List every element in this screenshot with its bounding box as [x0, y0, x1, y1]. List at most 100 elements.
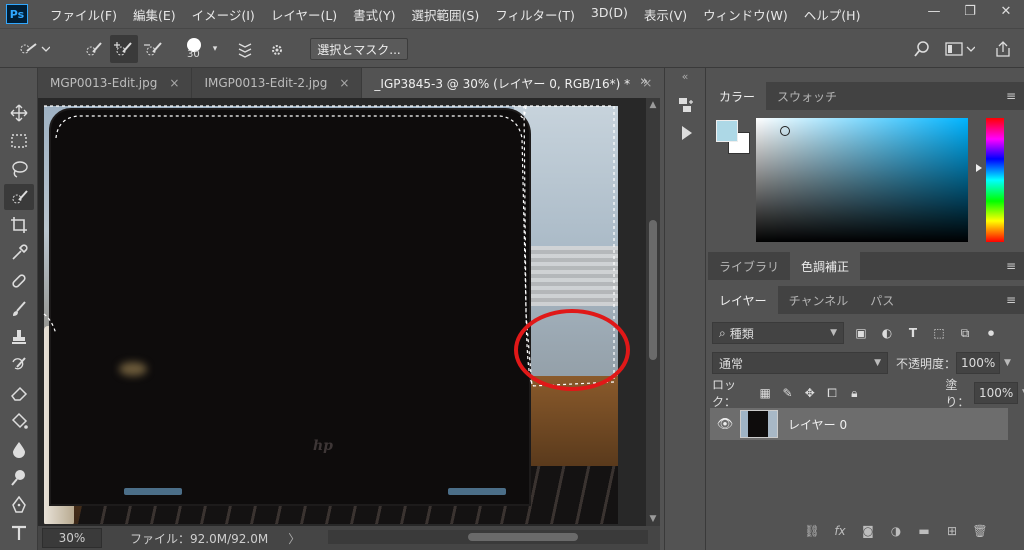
document-image[interactable]: hp [44, 106, 618, 524]
minimize-button[interactable]: — [916, 0, 952, 22]
menu-edit[interactable]: 編集(E) [125, 5, 184, 24]
filter-type-icon[interactable]: T [904, 324, 922, 342]
add-mask-icon[interactable]: ◙ [854, 524, 882, 538]
lasso-tool[interactable] [4, 156, 34, 182]
share-button[interactable] [990, 35, 1016, 63]
tab-channels[interactable]: チャンネル [778, 286, 860, 314]
close-tab-icon[interactable]: × [339, 76, 349, 90]
filter-pixel-icon[interactable]: ▣ [852, 324, 870, 342]
collapse-toggle-icon[interactable]: « [665, 68, 705, 86]
menu-window[interactable]: ウィンドウ(W) [695, 5, 796, 24]
horizontal-scrollbar[interactable] [328, 530, 648, 544]
tab-layers[interactable]: レイヤー [708, 286, 778, 314]
adjustment-layer-icon[interactable]: ◑ [882, 524, 910, 538]
paint-bucket-tool[interactable] [4, 408, 34, 434]
group-folder-icon[interactable]: ▬ [910, 524, 938, 538]
filter-shape-icon[interactable]: ⬚ [930, 324, 948, 342]
restore-button[interactable]: ❐ [952, 0, 988, 22]
brush-picker-caret-icon[interactable]: ▾ [209, 35, 221, 63]
new-selection-button[interactable] [80, 35, 108, 63]
lock-transparent-icon[interactable]: ▦ [758, 384, 772, 402]
lock-position-icon[interactable]: ✥ [803, 384, 817, 402]
tab-adjustments[interactable]: 色調補正 [790, 252, 861, 280]
vertical-scrollbar[interactable]: ▲ ▼ [646, 98, 660, 526]
trash-icon[interactable]: 🗑︎ [966, 524, 994, 538]
fx-icon[interactable]: fx [826, 524, 854, 538]
status-menu-icon[interactable]: 〉 [288, 530, 300, 547]
hue-marker-icon[interactable] [976, 164, 982, 172]
scroll-up-icon[interactable]: ▲ [648, 100, 658, 110]
history-brush-tool[interactable] [4, 352, 34, 378]
close-window-button[interactable]: ✕ [988, 0, 1024, 22]
lock-artboard-icon[interactable]: ⧠ [825, 384, 839, 402]
tabs-overflow-icon[interactable]: » [640, 74, 648, 89]
hue-slider[interactable] [986, 118, 1004, 242]
actions-panel-button[interactable] [673, 122, 699, 144]
quick-selection-tool[interactable] [4, 184, 34, 210]
tab-imgp0013-edit-2[interactable]: IMGP0013-Edit-2.jpg × [192, 68, 363, 98]
filter-toggle-icon[interactable]: ⏺ [982, 324, 1000, 342]
auto-enhance-button[interactable] [264, 35, 290, 63]
tab-imgp0013-edit[interactable]: MGP0013-Edit.jpg × [38, 68, 193, 98]
color-field[interactable] [756, 118, 968, 242]
move-tool[interactable] [4, 100, 34, 126]
sample-all-layers-button[interactable] [232, 35, 258, 63]
link-layers-icon[interactable]: ⛓︎ [798, 524, 826, 538]
add-to-selection-button[interactable] [110, 35, 138, 63]
tab-swatches[interactable]: スウォッチ [766, 82, 848, 110]
menu-view[interactable]: 表示(V) [636, 5, 695, 24]
search-button[interactable] [908, 35, 936, 63]
layer-item[interactable]: 👁︎ レイヤー 0 [710, 408, 1008, 440]
brush-tool[interactable] [4, 296, 34, 322]
select-and-mask-button[interactable]: 選択とマスク... [310, 38, 408, 60]
tool-preset-picker[interactable] [14, 35, 54, 63]
subtract-from-selection-button[interactable] [140, 35, 168, 63]
menu-filter[interactable]: フィルター(T) [487, 5, 583, 24]
menu-3d[interactable]: 3D(D) [583, 5, 636, 24]
opacity-dropdown-icon[interactable]: ▼ [1004, 358, 1011, 368]
menu-file[interactable]: ファイル(F) [42, 5, 125, 24]
zoom-field[interactable]: 30% [42, 528, 102, 548]
opacity-input[interactable]: 100% [956, 352, 1001, 374]
panel-menu-icon[interactable]: ≡ [1006, 259, 1016, 273]
tab-libraries[interactable]: ライブラリ [708, 252, 790, 280]
scroll-down-icon[interactable]: ▼ [648, 514, 658, 524]
panel-menu-icon[interactable]: ≡ [1006, 89, 1016, 103]
filter-smart-object-icon[interactable]: ⧉ [956, 324, 974, 342]
history-panel-button[interactable] [673, 94, 699, 116]
menu-select[interactable]: 選択範囲(S) [404, 5, 488, 24]
workspace-switcher[interactable] [942, 35, 978, 63]
tab-paths[interactable]: パス [859, 286, 905, 314]
menu-layer[interactable]: レイヤー(L) [263, 5, 345, 24]
marquee-tool[interactable] [4, 128, 34, 154]
menu-type[interactable]: 書式(Y) [345, 5, 403, 24]
dodge-tool[interactable] [4, 464, 34, 490]
blend-mode-select[interactable]: 通常 ▼ [712, 352, 888, 374]
filter-kind-select[interactable]: ⌕ 種類 ▼ [712, 322, 844, 344]
close-tab-icon[interactable]: × [169, 76, 179, 90]
visibility-eye-icon[interactable]: 👁︎ [710, 417, 740, 432]
clone-stamp-tool[interactable] [4, 324, 34, 350]
lock-all-icon[interactable]: 🔒︎ [847, 384, 861, 402]
scroll-thumb[interactable] [468, 533, 578, 541]
tab-igp3845-3[interactable]: _IGP3845-3 @ 30% (レイヤー 0, RGB/16*) * × [362, 68, 666, 98]
new-layer-icon[interactable]: ⊞ [938, 524, 966, 538]
filter-adjustment-icon[interactable]: ◐ [878, 324, 896, 342]
eyedropper-tool[interactable] [4, 240, 34, 266]
menu-help[interactable]: ヘルプ(H) [796, 5, 869, 24]
crop-tool[interactable] [4, 212, 34, 238]
pen-tool[interactable] [4, 492, 34, 518]
scroll-thumb[interactable] [649, 220, 657, 360]
menu-image[interactable]: イメージ(I) [184, 5, 263, 24]
type-tool[interactable] [4, 520, 34, 546]
tab-color[interactable]: カラー [708, 82, 767, 110]
foreground-color-swatch[interactable] [716, 120, 738, 142]
color-picker-cursor[interactable] [780, 126, 790, 136]
canvas-area[interactable]: hp [38, 98, 646, 526]
healing-brush-tool[interactable] [4, 268, 34, 294]
panel-menu-icon[interactable]: ≡ [1006, 293, 1016, 307]
fill-input[interactable]: 100% [973, 382, 1018, 404]
blur-tool[interactable] [4, 436, 34, 462]
lock-pixels-icon[interactable]: ✎ [780, 384, 794, 402]
eraser-tool[interactable] [4, 380, 34, 406]
